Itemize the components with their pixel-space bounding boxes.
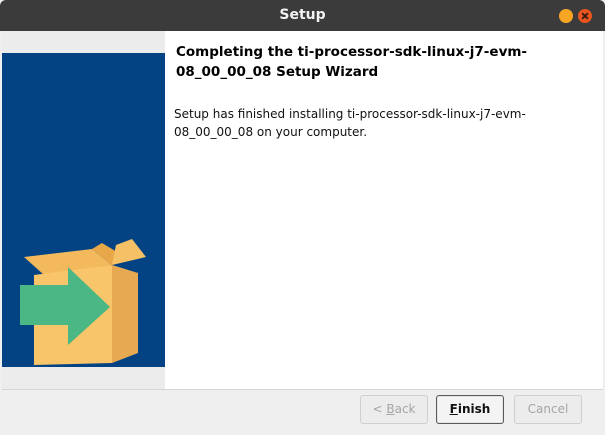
wizard-banner <box>2 53 165 367</box>
button-separator <box>2 389 603 390</box>
wizard-content: Completing the ti-processor-sdk-linux-j7… <box>165 31 603 389</box>
finish-button-mnemonic: F <box>449 402 458 416</box>
finish-button[interactable]: Finish <box>436 395 504 424</box>
wizard-side-panel <box>2 31 165 389</box>
title-bar[interactable]: Setup <box>0 0 605 31</box>
installer-box-arrow-icon <box>20 239 146 365</box>
finish-button-rest: inish <box>457 402 491 416</box>
minimize-icon[interactable] <box>559 9 573 23</box>
wizard-heading: Completing the ti-processor-sdk-linux-j7… <box>176 44 528 80</box>
back-button-prefix: < <box>372 402 387 416</box>
wizard-client-area: Completing the ti-processor-sdk-linux-j7… <box>2 31 603 433</box>
back-button-rest: ack <box>394 402 416 416</box>
wizard-message: Setup has finished installing ti-process… <box>174 107 526 139</box>
cancel-button[interactable]: Cancel <box>514 395 582 424</box>
setup-window: Setup Completing the ti-processor-sdk-li… <box>0 0 605 435</box>
back-button[interactable]: < Back <box>360 395 428 424</box>
back-button-mnemonic: B <box>386 402 395 416</box>
window-title: Setup <box>279 7 326 23</box>
close-icon[interactable] <box>578 9 592 23</box>
